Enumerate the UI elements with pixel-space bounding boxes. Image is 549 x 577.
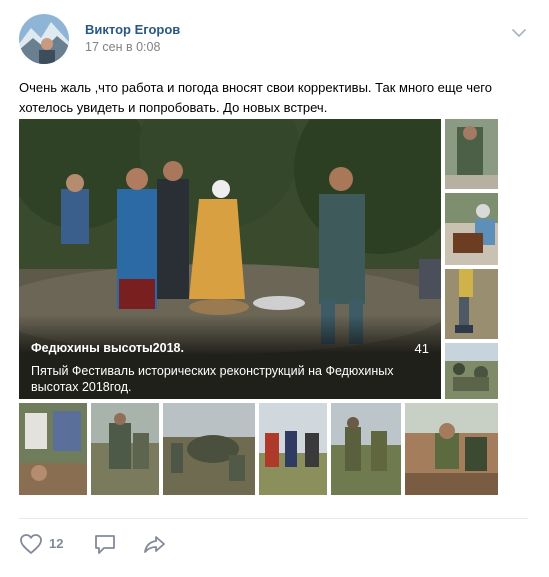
author-name[interactable]: Виктор Егоров <box>85 22 180 37</box>
comment-icon <box>95 535 115 554</box>
avatar[interactable] <box>19 14 69 64</box>
album-cover-photo[interactable]: Федюхины высоты2018. 41 Пятый Фестиваль … <box>19 119 441 399</box>
album-thumbnail[interactable] <box>259 403 327 495</box>
heart-icon <box>20 534 42 554</box>
album-description: Пятый Фестиваль исторических реконструкц… <box>31 364 394 394</box>
post-date[interactable]: 17 сен в 0:08 <box>85 40 160 54</box>
post-divider <box>19 518 528 519</box>
album-thumbnail[interactable] <box>19 403 87 495</box>
chevron-down-icon[interactable] <box>511 26 527 38</box>
album-thumbnail[interactable] <box>91 403 159 495</box>
album-photo-count: 41 <box>414 341 429 356</box>
wall-post: Виктор Егоров 17 сен в 0:08 Очень жаль ,… <box>0 0 549 577</box>
album-thumbnail[interactable] <box>445 193 498 265</box>
share-button[interactable] <box>143 533 167 555</box>
post-text: Очень жаль ,что работа и погода вносят с… <box>19 80 492 115</box>
album-thumbnail[interactable] <box>445 343 498 399</box>
album-thumbnail[interactable] <box>163 403 255 495</box>
album-thumbnail[interactable] <box>331 403 401 495</box>
album-thumbnail[interactable] <box>405 403 498 495</box>
share-icon <box>144 536 165 553</box>
like-count: 12 <box>49 536 64 551</box>
album-thumbnail[interactable] <box>445 269 498 339</box>
album-thumbnail[interactable] <box>445 119 498 189</box>
comment-button[interactable] <box>93 533 117 555</box>
album-title[interactable]: Федюхины высоты2018. <box>31 341 184 355</box>
